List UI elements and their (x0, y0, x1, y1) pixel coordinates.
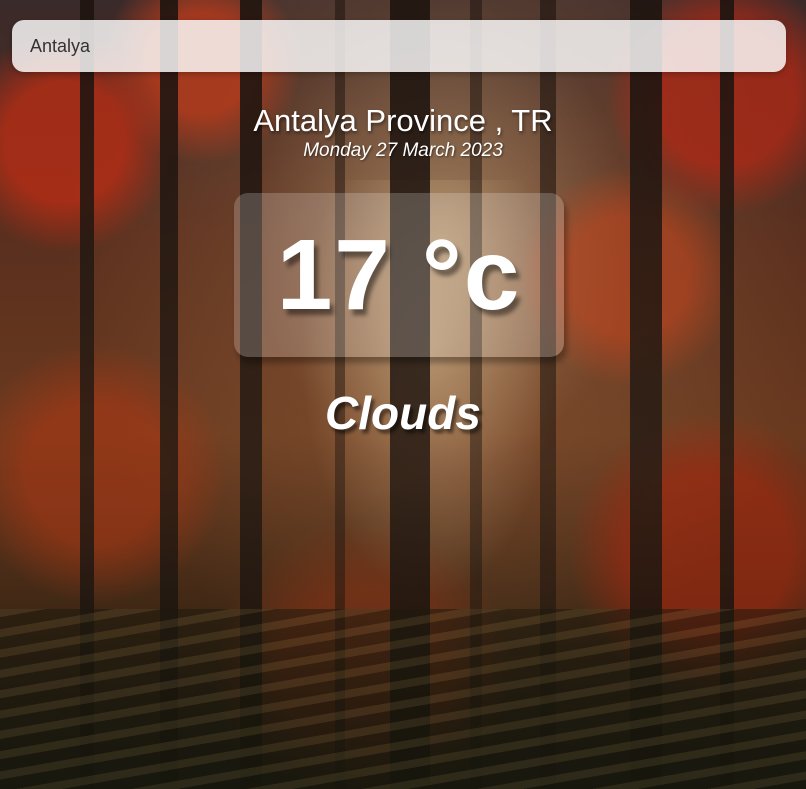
temperature-value: 17 °c (276, 219, 522, 331)
search-input[interactable] (28, 34, 770, 58)
location-name: Antalya Province , TR (253, 103, 553, 138)
forest-floor (0, 609, 806, 789)
search-bar[interactable] (12, 20, 786, 72)
weather-condition: Clouds (325, 387, 481, 439)
temperature-card: 17 °c (234, 193, 564, 357)
current-date: Monday 27 March 2023 (303, 140, 503, 161)
